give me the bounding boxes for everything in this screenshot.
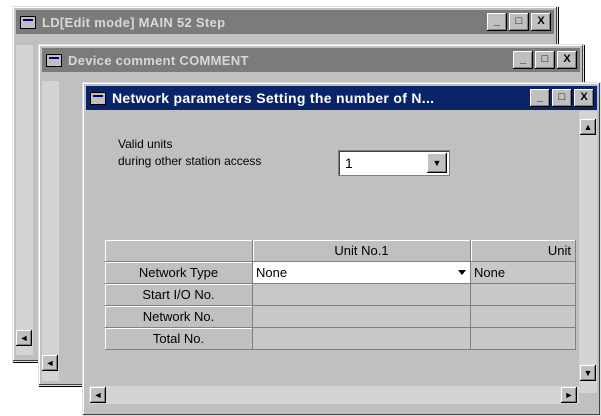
window-icon <box>90 91 106 105</box>
network-grid: Unit No.1 Unit Network Type None None St… <box>105 240 576 380</box>
valid-units-label: Valid units during other station access <box>118 136 261 170</box>
device-comment-titlebar[interactable]: Device comment COMMENT _ □ X <box>42 48 580 72</box>
valid-units-select[interactable]: 1 ▼ <box>338 150 450 176</box>
window-icon <box>20 15 36 29</box>
network-hscroll[interactable]: ◄ ► <box>89 386 579 404</box>
window-icon <box>46 53 62 67</box>
grid-corner-header <box>105 240 253 262</box>
scroll-right-icon[interactable]: ► <box>561 387 577 403</box>
scroll-left-icon[interactable]: ◄ <box>16 330 32 346</box>
network-no-unit2-cell[interactable] <box>471 306 576 328</box>
valid-units-label-line2: during other station access <box>118 154 262 168</box>
chevron-down-icon[interactable] <box>458 270 466 275</box>
scroll-left-icon[interactable]: ◄ <box>90 387 106 403</box>
close-button[interactable]: X <box>557 51 577 69</box>
row-header-total-no: Total No. <box>105 328 253 350</box>
ld-edit-titlebar[interactable]: LD[Edit mode] MAIN 52 Step _ □ X <box>16 10 554 34</box>
minimize-button[interactable]: _ <box>487 13 507 31</box>
valid-units-label-line1: Valid units <box>118 137 173 151</box>
network-no-unit1-cell[interactable] <box>253 306 471 328</box>
scroll-left-icon[interactable]: ◄ <box>42 355 58 371</box>
minimize-button[interactable]: _ <box>530 89 550 107</box>
maximize-button[interactable]: □ <box>552 89 572 107</box>
total-no-unit1-cell[interactable] <box>253 328 471 350</box>
column-header-unit1: Unit No.1 <box>253 240 471 262</box>
network-parameters-titlebar[interactable]: Network parameters Setting the number of… <box>86 86 597 110</box>
minimize-button[interactable]: _ <box>513 51 533 69</box>
close-button[interactable]: X <box>531 13 551 31</box>
network-parameters-title: Network parameters Setting the number of… <box>112 90 435 106</box>
valid-units-value: 1 <box>345 155 353 171</box>
close-button[interactable]: X <box>574 89 594 107</box>
ld-edit-title: LD[Edit mode] MAIN 52 Step <box>42 14 226 30</box>
row-header-network-no: Network No. <box>105 306 253 328</box>
row-header-start-io: Start I/O No. <box>105 284 253 306</box>
ld-edit-vscroll[interactable]: ◄ <box>16 45 33 355</box>
maximize-button[interactable]: □ <box>509 13 529 31</box>
network-vscroll[interactable]: ▲ ▼ <box>579 111 597 393</box>
device-comment-vscroll[interactable]: ◄ <box>42 81 59 381</box>
network-type-unit1-select[interactable]: None <box>253 262 471 284</box>
chevron-down-icon[interactable]: ▼ <box>427 153 447 173</box>
start-io-unit1-cell[interactable] <box>253 284 471 306</box>
network-type-unit2-cell[interactable]: None <box>471 262 576 284</box>
scroll-down-icon[interactable]: ▼ <box>580 365 596 381</box>
column-header-unit2: Unit <box>471 240 576 262</box>
total-no-unit2-cell[interactable] <box>471 328 576 350</box>
network-type-unit1-value: None <box>256 265 288 280</box>
start-io-unit2-cell[interactable] <box>471 284 576 306</box>
maximize-button[interactable]: □ <box>535 51 555 69</box>
device-comment-title: Device comment COMMENT <box>68 52 249 68</box>
row-header-network-type: Network Type <box>105 262 253 284</box>
scroll-up-icon[interactable]: ▲ <box>580 119 596 135</box>
